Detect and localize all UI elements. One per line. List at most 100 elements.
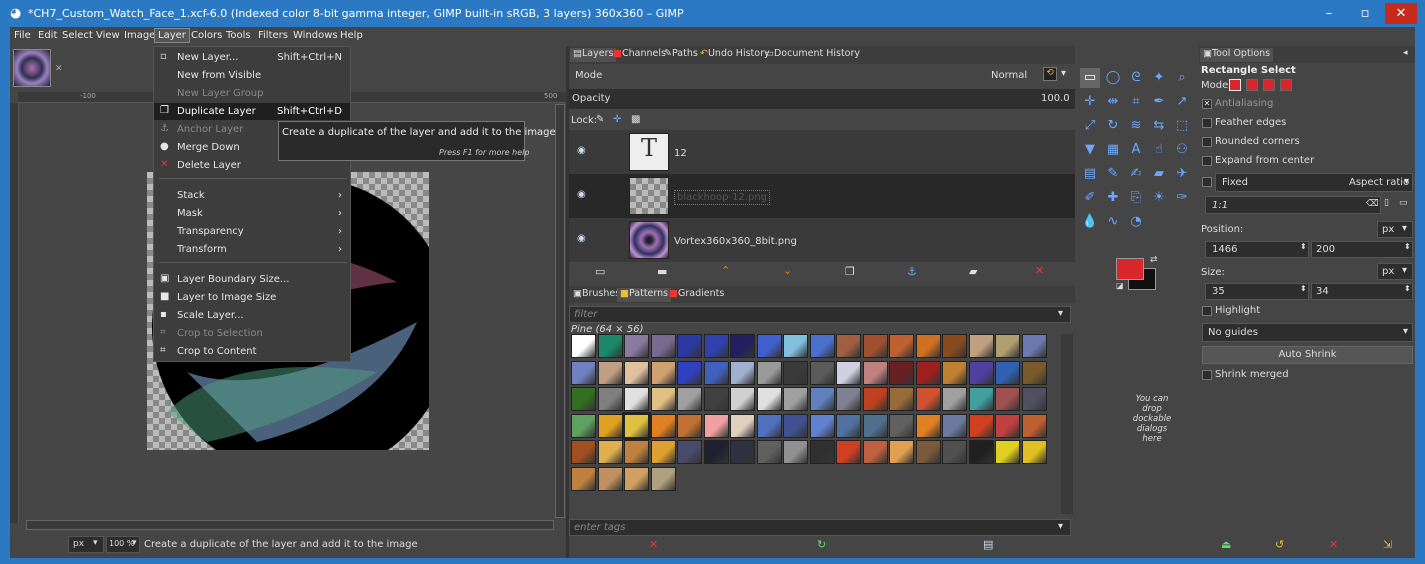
pattern-swatch[interactable] <box>809 387 835 411</box>
clear-icon[interactable]: ⌫ <box>1366 199 1379 209</box>
landscape-icon[interactable]: ▭ <box>1399 198 1408 208</box>
move-tool-icon[interactable]: ✛ <box>1080 92 1100 112</box>
menu-item-new-layer[interactable]: ▫ New Layer... Shift+Ctrl+N <box>154 49 350 66</box>
menu-filters[interactable]: Filters <box>255 29 291 42</box>
pattern-swatch[interactable] <box>809 360 835 385</box>
spinner-icon[interactable]: ⬍ <box>1300 242 1307 251</box>
mask-icon[interactable]: ▰ <box>969 265 977 278</box>
spinner-icon[interactable]: ⬍ <box>1300 284 1307 293</box>
tab-paths[interactable]: ✎Paths <box>661 48 701 62</box>
pattern-swatch[interactable] <box>571 360 596 385</box>
pattern-scrollbar[interactable] <box>1061 334 1073 514</box>
pattern-swatch[interactable] <box>730 387 755 411</box>
airbrush-tool-icon[interactable]: ✈ <box>1172 164 1192 184</box>
layer-row[interactable]: ◉ blackhoop-12.png <box>569 174 1075 218</box>
tags-input[interactable]: enter tags ▾ <box>569 519 1071 536</box>
menu-select[interactable]: Select <box>59 29 96 42</box>
pattern-swatch[interactable] <box>836 360 861 385</box>
pattern-swatch[interactable] <box>677 334 702 358</box>
pattern-swatch[interactable] <box>597 413 623 438</box>
pattern-swatch[interactable] <box>756 413 782 438</box>
menu-edit[interactable]: Edit <box>35 29 60 42</box>
menu-item-stack[interactable]: Stack › <box>154 187 350 204</box>
pattern-swatch[interactable] <box>756 440 782 464</box>
pattern-swatch[interactable] <box>624 387 649 411</box>
default-colors-icon[interactable]: ◪ <box>1116 281 1124 290</box>
menu-tools[interactable]: Tools <box>223 29 254 42</box>
pattern-swatch[interactable] <box>862 387 888 411</box>
lock-pixels-icon[interactable]: ✎ <box>596 114 604 125</box>
menu-item-transparency[interactable]: Transparency › <box>154 223 350 240</box>
pattern-swatch[interactable] <box>597 360 623 385</box>
pattern-swatch[interactable] <box>730 440 755 464</box>
size-height-input[interactable]: 34 ⬍ <box>1311 283 1413 300</box>
zoom-select[interactable]: 100 % ▾ <box>106 536 140 553</box>
pattern-swatch[interactable] <box>915 334 941 358</box>
tab-patterns[interactable]: ■Patterns <box>617 288 672 302</box>
fixed-checkbox[interactable] <box>1202 177 1212 187</box>
mode-reset-icon[interactable]: ⟲ <box>1043 67 1057 81</box>
perspective-clone-tool-icon[interactable]: ⎘ <box>1126 188 1146 208</box>
restore-preset-icon[interactable]: ↺ <box>1275 538 1284 551</box>
shrink-merged-checkbox[interactable] <box>1202 370 1212 380</box>
delete-pattern-icon[interactable]: ✕ <box>649 538 658 551</box>
pattern-swatch[interactable] <box>677 360 702 385</box>
tab-tool-options[interactable]: ▣Tool Options <box>1200 48 1274 62</box>
pattern-swatch[interactable] <box>677 387 702 411</box>
menu-item-transform[interactable]: Transform › <box>154 241 350 258</box>
pattern-swatch[interactable] <box>650 413 676 438</box>
menu-item-scale-layer[interactable]: ▪ Scale Layer... <box>154 307 350 324</box>
pattern-swatch[interactable] <box>650 334 676 358</box>
menu-windows[interactable]: Windows <box>290 29 341 42</box>
pattern-swatch[interactable] <box>703 334 729 358</box>
maximize-button[interactable]: ▫ <box>1349 3 1381 24</box>
rounded-checkbox[interactable] <box>1202 137 1212 147</box>
pattern-swatch[interactable] <box>889 334 914 358</box>
pattern-swatch[interactable] <box>862 360 888 385</box>
pattern-swatch[interactable] <box>915 413 941 438</box>
pattern-swatch[interactable] <box>783 334 808 358</box>
pattern-swatch[interactable] <box>650 387 676 411</box>
menu-item-duplicate-layer[interactable]: ❐ Duplicate Layer Shift+Ctrl+D <box>154 103 350 120</box>
opacity-slider[interactable]: Opacity 100.0 <box>569 89 1075 109</box>
pattern-swatch[interactable] <box>624 360 649 385</box>
pattern-swatch[interactable] <box>730 360 755 385</box>
pattern-swatch[interactable] <box>836 413 861 438</box>
eye-icon[interactable]: ◉ <box>577 189 586 200</box>
pattern-swatch[interactable] <box>836 440 861 464</box>
zoom-tool-icon[interactable]: ⌕ <box>1172 68 1192 88</box>
fuzzy-select-tool-icon[interactable]: ✦ <box>1149 68 1169 88</box>
pattern-swatch[interactable] <box>942 360 967 385</box>
pattern-swatch[interactable] <box>915 360 941 385</box>
pattern-swatch[interactable] <box>622 411 651 440</box>
mode-subtract-icon[interactable] <box>1263 79 1275 91</box>
position-y-input[interactable]: 200 ⬍ <box>1311 241 1413 258</box>
size-width-input[interactable]: 35 ⬍ <box>1205 283 1309 300</box>
pattern-swatch[interactable] <box>597 334 623 358</box>
pattern-swatch[interactable] <box>942 334 967 358</box>
pattern-swatch[interactable] <box>968 413 994 438</box>
pattern-swatch[interactable] <box>889 440 914 464</box>
pattern-swatch[interactable] <box>730 334 755 358</box>
swap-colors-icon[interactable]: ⇄ <box>1150 255 1158 265</box>
pattern-swatch[interactable] <box>703 413 729 438</box>
layer-row[interactable]: ◉ Vortex360x360_8bit.png <box>569 218 1075 262</box>
rect-select-tool-icon[interactable]: ▭ <box>1080 68 1100 88</box>
menu-item-new-layer-group[interactable]: New Layer Group <box>154 85 350 102</box>
clone-tool-icon[interactable]: ⚇ <box>1172 140 1192 160</box>
tab-brushes[interactable]: ▣Brushes <box>570 288 623 302</box>
pattern-swatch[interactable] <box>571 413 596 438</box>
pattern-swatch[interactable] <box>836 387 861 411</box>
pattern-swatch[interactable] <box>597 387 623 411</box>
menu-item-layer-to-image-size[interactable]: ■ Layer to Image Size <box>154 289 350 306</box>
pattern-swatch[interactable] <box>995 360 1020 385</box>
vertical-scrollbar[interactable] <box>555 104 565 518</box>
heal-tool-icon[interactable]: ✚ <box>1103 188 1123 208</box>
chevron-down-icon[interactable]: ▾ <box>1061 68 1066 79</box>
pattern-swatch[interactable] <box>783 360 808 385</box>
curves-tool-icon[interactable]: ◔ <box>1126 212 1146 232</box>
pattern-swatch[interactable] <box>624 334 649 358</box>
menu-help[interactable]: Help <box>337 29 366 42</box>
raise-layer-icon[interactable]: ⌃ <box>721 264 730 277</box>
mode-replace-icon[interactable] <box>1229 79 1241 91</box>
